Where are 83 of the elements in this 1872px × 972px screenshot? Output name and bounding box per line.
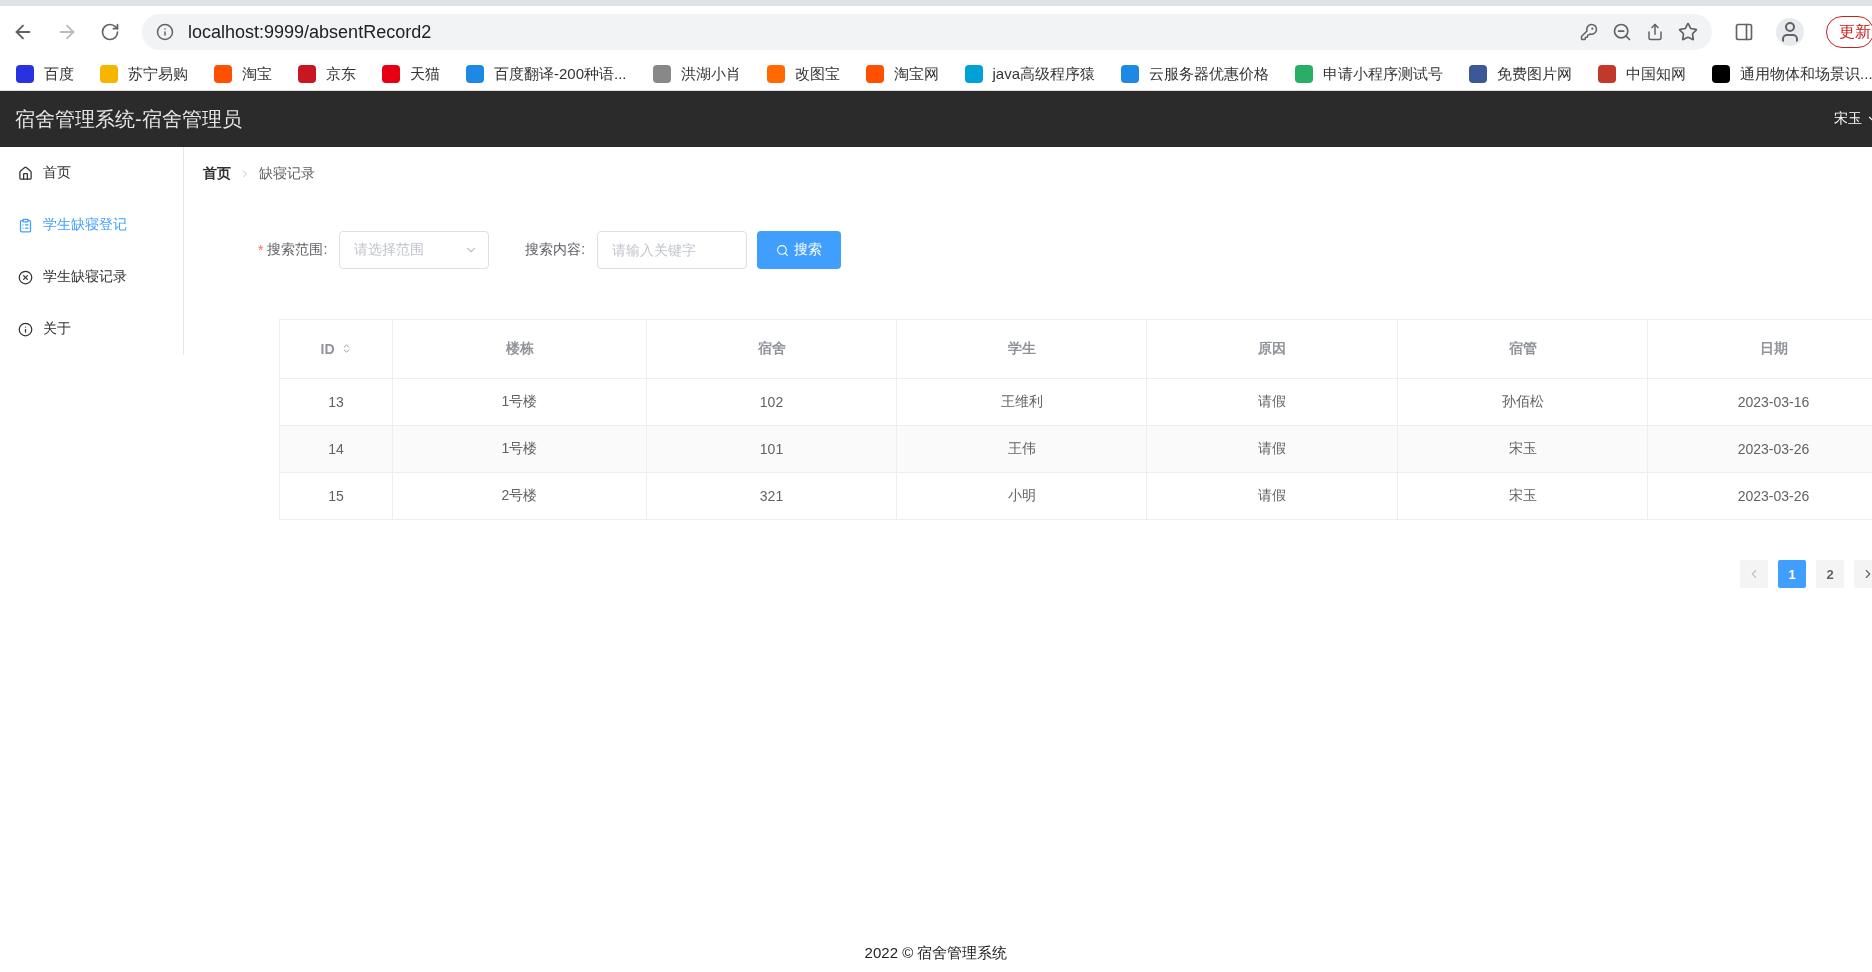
favicon-icon: [1712, 65, 1731, 83]
favicon-icon: [766, 65, 785, 83]
bookmark-link[interactable]: 天猫: [382, 64, 440, 84]
favicon-icon: [1598, 65, 1617, 83]
favicon-icon: [652, 65, 671, 83]
star-icon[interactable]: [1678, 22, 1698, 42]
cross-circle-icon: [18, 269, 33, 285]
table-cell: 王伟: [896, 425, 1147, 473]
table-cell: 请假: [1146, 378, 1398, 426]
required-mark: *: [258, 242, 264, 258]
bookmark-link[interactable]: 申请小程序测试号: [1295, 64, 1444, 84]
favicon-icon: [382, 65, 400, 83]
favicon-icon: [865, 65, 884, 83]
share-icon[interactable]: [1646, 23, 1664, 41]
key-icon[interactable]: [1580, 23, 1598, 41]
favicon-icon: [466, 65, 484, 83]
favicon-icon: [298, 65, 316, 83]
clipboard-icon: [18, 217, 33, 233]
column-header: 宿舍: [646, 319, 897, 379]
bookmark-link[interactable]: 通用物体和场景识...: [1712, 64, 1872, 84]
breadcrumb-item[interactable]: 首页: [203, 165, 231, 183]
table-cell: 小明: [896, 472, 1147, 520]
user-menu[interactable]: 宋玉: [1834, 110, 1872, 128]
info-icon: [18, 321, 33, 337]
table-cell: 14: [279, 425, 393, 473]
bookmark-link[interactable]: 免费图片网: [1469, 64, 1573, 84]
favicon-icon: [964, 65, 983, 83]
side-panel-icon[interactable]: [1734, 22, 1754, 42]
column-header: 日期: [1647, 319, 1872, 379]
favicon-icon: [1121, 65, 1140, 83]
search-icon: [776, 243, 790, 257]
footer-text: 2022 © 宿舍管理系统: [864, 944, 1008, 961]
table-cell: 13: [279, 378, 393, 426]
column-header: 楼栋: [392, 319, 647, 379]
table-cell: 王维利: [896, 378, 1147, 426]
reload-icon[interactable]: [100, 22, 120, 42]
table-cell: 宋玉: [1397, 472, 1648, 520]
column-header: 宿管: [1397, 319, 1648, 379]
table-cell: 宋玉: [1397, 425, 1648, 473]
address-bar[interactable]: localhost:9999/absentRecord2: [142, 14, 1712, 50]
bookmark-link[interactable]: java高级程序猿: [964, 64, 1096, 84]
column-header: 原因: [1146, 319, 1398, 379]
app-title: 宿舍管理系统-宿舍管理员: [15, 106, 242, 132]
table-cell: 15: [279, 472, 393, 520]
bookmark-link[interactable]: 苏宁易购: [100, 64, 188, 84]
field-label: 搜索内容:: [525, 241, 586, 259]
sidebar-item[interactable]: 学生缺寝记录: [0, 251, 183, 303]
bookmark-link[interactable]: 中国知网: [1598, 64, 1687, 84]
bookmark-link[interactable]: 洪湖小肖: [652, 64, 741, 84]
sidebar-item[interactable]: 首页: [0, 147, 183, 199]
bookmark-link[interactable]: 改图宝: [766, 64, 840, 84]
favicon-icon: [16, 65, 34, 83]
favicon-icon: [1295, 65, 1314, 83]
favicon-icon: [1469, 65, 1488, 83]
field-label: 搜索范围:: [267, 241, 328, 259]
info-icon[interactable]: [156, 23, 174, 41]
update-button[interactable]: 更新: [1826, 16, 1872, 48]
table-cell: 101: [646, 425, 897, 473]
favicon-icon: [214, 65, 232, 83]
sidebar-item[interactable]: 关于: [0, 303, 183, 355]
url-text: localhost:9999/absentRecord2: [188, 21, 432, 43]
column-header: 学生: [896, 319, 1147, 379]
table-cell: 1号楼: [392, 378, 647, 426]
table-cell: 2号楼: [392, 472, 647, 520]
bookmark-link[interactable]: 淘宝网: [865, 64, 939, 84]
profile-icon[interactable]: [1776, 18, 1804, 46]
table-cell: 102: [646, 378, 897, 426]
table-cell: 请假: [1146, 472, 1398, 520]
zoom-out-icon[interactable]: [1612, 22, 1632, 42]
bookmark-link[interactable]: 淘宝: [214, 64, 272, 84]
bookmark-link[interactable]: 百度翻译-200种语...: [466, 64, 627, 84]
bookmark-link[interactable]: 百度: [16, 64, 74, 84]
keyword-field[interactable]: 请输入关键字: [597, 231, 748, 269]
home-icon: [18, 165, 33, 181]
breadcrumb-item: 缺寝记录: [259, 165, 315, 183]
table-cell: 321: [646, 472, 897, 520]
page-button[interactable]: 2: [1816, 560, 1844, 588]
table-cell: 1号楼: [392, 425, 647, 473]
bookmark-link[interactable]: 京东: [298, 64, 356, 84]
favicon-icon: [100, 65, 118, 83]
table-cell: 孙佰松: [1397, 378, 1648, 426]
table-cell: 请假: [1146, 425, 1398, 473]
bookmark-link[interactable]: 云服务器优惠价格: [1121, 64, 1270, 84]
